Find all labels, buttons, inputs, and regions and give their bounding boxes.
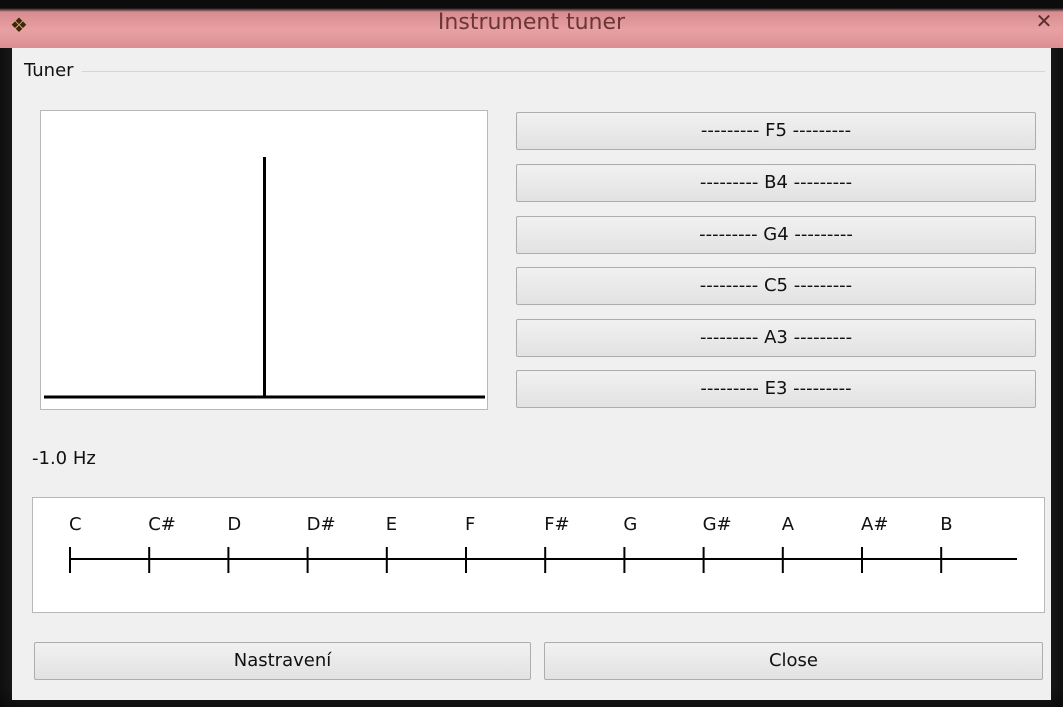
scale-label-c-sharp: C#: [148, 514, 176, 535]
close-button[interactable]: Close: [544, 642, 1043, 680]
scale-label-g-sharp: G#: [703, 514, 732, 535]
note-scale: C C# D D# E F F# G G# A A# B: [32, 497, 1045, 613]
note-button-f5[interactable]: --------- F5 ---------: [516, 112, 1036, 150]
scale-label-b: B: [940, 514, 952, 535]
note-button-b4[interactable]: --------- B4 ---------: [516, 164, 1036, 202]
scale-label-d: D: [227, 514, 241, 535]
tuner-group-label: Tuner: [24, 60, 78, 81]
close-icon[interactable]: ✕: [1029, 6, 1059, 36]
window-frame: ❖ Instrument tuner ✕ Tuner --------- F5 …: [0, 0, 1063, 707]
window-client-area: Tuner --------- F5 --------- --------- B…: [12, 48, 1051, 700]
scale-label-g: G: [623, 514, 637, 535]
frequency-deviation-label: -1.0 Hz: [32, 448, 96, 469]
note-button-a3[interactable]: --------- A3 ---------: [516, 319, 1036, 357]
scale-label-a-sharp: A#: [861, 514, 888, 535]
scale-label-c: C: [69, 514, 82, 535]
settings-button[interactable]: Nastravení: [34, 642, 531, 680]
frequency-plot: [40, 110, 488, 410]
scale-label-a: A: [782, 514, 795, 535]
note-button-c5[interactable]: --------- C5 ---------: [516, 267, 1036, 305]
note-scale-svg: C C# D D# E F F# G G# A A# B: [69, 514, 1017, 573]
frequency-plot-svg: [44, 157, 485, 399]
group-box-border: [82, 71, 1045, 72]
note-button-g4[interactable]: --------- G4 ---------: [516, 216, 1036, 254]
scale-label-e: E: [386, 514, 397, 535]
scale-label-d-sharp: D#: [307, 514, 336, 535]
scale-label-f-sharp: F#: [544, 514, 569, 535]
title-bar[interactable]: ❖ Instrument tuner ✕: [0, 0, 1063, 48]
note-button-e3[interactable]: --------- E3 ---------: [516, 370, 1036, 408]
scale-label-f: F: [465, 514, 475, 535]
window-title: Instrument tuner: [437, 10, 626, 35]
